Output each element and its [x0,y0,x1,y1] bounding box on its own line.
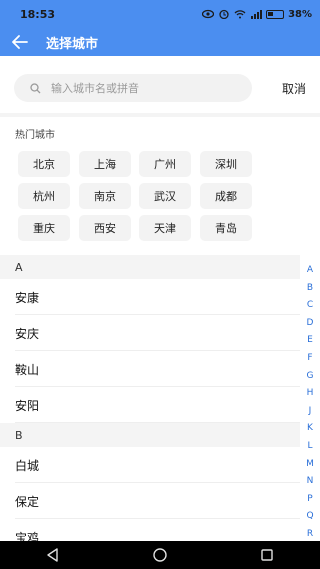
section-header-a: A [0,255,300,279]
hot-city-chip[interactable]: 重庆 [18,215,70,241]
city-list[interactable]: A 安康 安庆 鞍山 安阳 B 白城 保定 宝鸡 [0,255,300,555]
status-bar: 18:53 38% [0,0,320,28]
nav-back-button[interactable] [33,541,73,569]
hot-city-chip[interactable]: 北京 [18,151,70,177]
hot-city-chip[interactable]: 南京 [79,183,131,209]
city-list-item[interactable]: 保定 [0,483,300,519]
hot-city-chip[interactable]: 杭州 [18,183,70,209]
index-letter[interactable]: A [307,262,313,280]
nav-recents-button[interactable] [247,541,287,569]
city-list-item[interactable]: 鞍山 [0,351,300,387]
hot-city-chip[interactable]: 武汉 [139,183,191,209]
index-letter[interactable]: K [307,420,313,438]
hot-city-chip[interactable]: 成都 [200,183,252,209]
wifi-icon [234,10,246,19]
hot-city-chip[interactable]: 西安 [79,215,131,241]
alarm-icon [219,9,229,19]
index-letter[interactable]: F [307,350,312,368]
back-triangle-icon [47,548,59,562]
battery-icon [266,9,285,19]
hot-city-chip[interactable]: 青岛 [200,215,252,241]
index-letter[interactable]: P [307,491,312,509]
app-header: 选择城市 [0,28,320,56]
status-time: 18:53 [20,7,56,21]
search-input[interactable] [49,80,233,96]
hot-city-chip[interactable]: 深圳 [200,151,252,177]
section-header-b: B [0,423,300,447]
index-letter[interactable]: M [306,456,314,474]
system-nav-bar [0,541,320,569]
index-letter[interactable]: H [307,385,314,403]
search-icon [30,82,41,93]
nav-home-button[interactable] [140,541,180,569]
recents-square-icon [260,549,273,561]
index-letter[interactable]: E [307,332,313,350]
city-list-item[interactable]: 安康 [0,279,300,315]
index-letter[interactable]: Q [306,508,313,526]
index-letter[interactable]: J [309,403,312,421]
hot-cities-title: 热门城市 [15,130,55,141]
hot-city-chip[interactable]: 广州 [139,151,191,177]
index-letter[interactable]: B [307,280,313,298]
city-list-item[interactable]: 白城 [0,447,300,483]
battery-percent: 38% [288,8,312,20]
status-icons: 38% [202,9,312,20]
alphabet-index-bar[interactable]: A B C D E F G H J K L M N P Q R [300,262,320,542]
hot-city-chip[interactable]: 上海 [79,151,131,177]
cancel-button[interactable]: 取消 [282,80,306,97]
signal-icon [251,10,263,19]
back-button[interactable] [0,28,40,56]
index-letter[interactable]: D [307,315,314,333]
eye-icon [202,9,215,19]
index-letter[interactable]: C [307,297,313,315]
arrow-left-icon [12,35,28,49]
search-box[interactable] [14,74,252,102]
index-letter[interactable]: N [307,473,314,491]
city-list-item[interactable]: 安阳 [0,387,300,423]
section-divider [0,113,320,117]
city-list-item[interactable]: 安庆 [0,315,300,351]
home-circle-icon [153,548,167,562]
search-row: 取消 [0,62,320,114]
hot-city-chip[interactable]: 天津 [139,215,191,241]
index-letter[interactable]: L [307,438,312,456]
page-title: 选择城市 [46,36,99,52]
index-letter[interactable]: G [307,368,314,386]
